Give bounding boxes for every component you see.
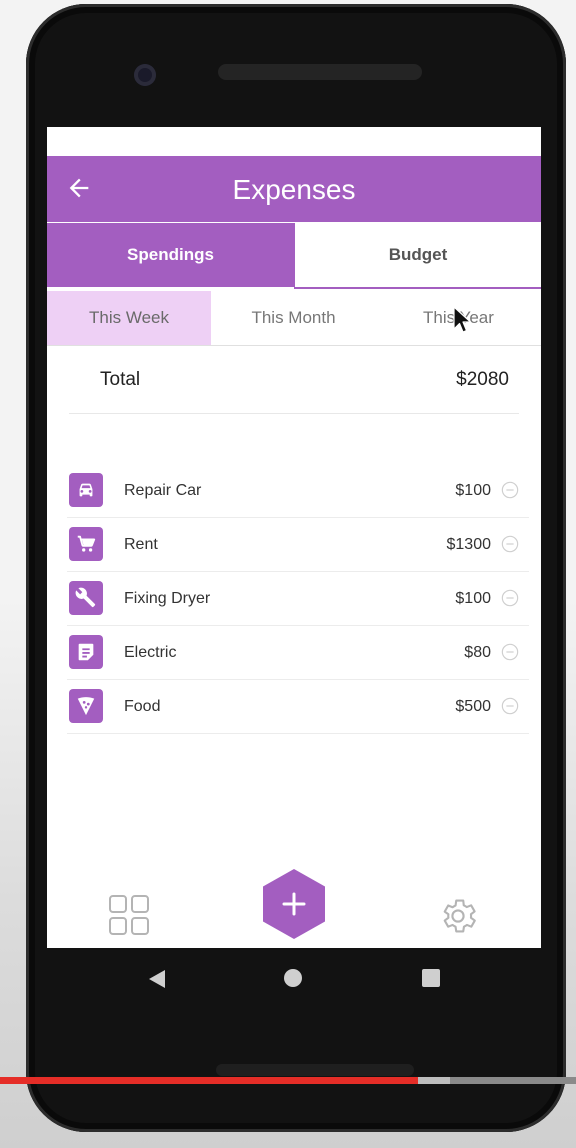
total-value: $2080 [456,369,509,390]
document-icon [69,635,103,669]
bottom-speaker [216,1064,414,1076]
pizza-icon [69,689,103,723]
item-name: Repair Car [124,482,202,499]
remove-circle-icon[interactable] [501,643,519,661]
video-progress-buffered [418,1077,450,1084]
top-speaker [218,64,422,80]
nav-recent-apps-icon[interactable] [422,969,440,987]
video-progress-played[interactable] [0,1077,418,1084]
app-screen: Expenses Spendings Budget This Week This… [47,127,541,948]
car-icon [69,473,103,507]
gear-icon[interactable] [437,895,479,937]
expense-list: Repair Car $100 Rent $1300 Fixing Dryer … [67,464,529,734]
item-name: Rent [124,536,158,553]
item-name: Electric [124,644,177,661]
remove-circle-icon[interactable] [501,481,519,499]
remove-circle-icon[interactable] [501,697,519,715]
nav-back-icon[interactable] [147,968,167,990]
total-row: Total $2080 [69,349,519,414]
add-expense-button[interactable] [261,867,327,941]
front-camera [134,64,156,86]
item-amount: $500 [455,698,491,715]
mouse-cursor-icon [453,306,472,333]
item-name: Fixing Dryer [124,590,211,607]
system-nav-bar [47,948,541,1010]
bottom-nav [47,867,541,948]
remove-circle-icon[interactable] [501,535,519,553]
tab-budget[interactable]: Budget [294,223,541,289]
main-tabs: Spendings Budget [47,223,541,289]
list-item[interactable]: Electric $80 [67,626,529,680]
item-amount: $80 [464,644,491,661]
item-amount: $100 [455,590,491,607]
cart-icon [69,527,103,561]
remove-circle-icon[interactable] [501,589,519,607]
wrench-icon [69,581,103,615]
tab-spendings[interactable]: Spendings [47,223,294,287]
item-name: Food [124,698,161,715]
item-amount: $100 [455,482,491,499]
tab-this-week[interactable]: This Week [47,291,211,345]
item-amount: $1300 [446,536,492,553]
list-item[interactable]: Repair Car $100 [67,464,529,518]
list-item[interactable]: Rent $1300 [67,518,529,572]
total-label: Total [100,369,141,390]
page-title: Expenses [232,174,356,205]
list-item[interactable]: Fixing Dryer $100 [67,572,529,626]
arrow-left-icon[interactable] [65,174,93,202]
list-item[interactable]: Food $500 [67,680,529,734]
app-bar: Expenses [47,156,541,222]
tab-this-month[interactable]: This Month [211,291,376,345]
grid-icon[interactable] [109,895,149,935]
nav-home-icon[interactable] [284,969,302,987]
